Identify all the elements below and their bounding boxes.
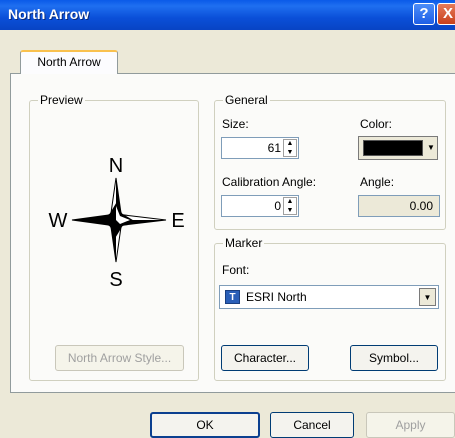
north-arrow-dialog: North Arrow ? X North Arrow Preview N S … (0, 0, 455, 438)
color-swatch (363, 140, 423, 156)
window-title: North Arrow (8, 6, 90, 22)
compass-label-n: N (109, 155, 123, 177)
font-label: Font: (222, 263, 250, 277)
compass-label-s: S (109, 269, 122, 291)
chevron-down-icon[interactable]: ▼ (419, 288, 436, 306)
calibration-angle-label: Calibration Angle: (222, 175, 317, 189)
size-label: Size: (222, 117, 249, 131)
help-icon: ? (419, 5, 429, 22)
size-value: 61 (267, 141, 281, 155)
chevron-down-icon: ▼ (427, 143, 435, 152)
apply-button[interactable]: Apply (366, 412, 455, 438)
preview-group-title: Preview (38, 93, 85, 107)
spin-down-icon[interactable]: ▼ (286, 207, 294, 215)
angle-readonly-field: 0.00 (358, 195, 440, 217)
compass-label-e: E (171, 210, 184, 232)
north-arrow-style-button[interactable]: North Arrow Style... (55, 345, 184, 371)
north-arrow-preview: N S W E (49, 155, 185, 291)
size-spin-arrows[interactable]: ▲ ▼ (283, 139, 297, 157)
close-icon: X (442, 5, 453, 22)
general-group-title: General (223, 93, 270, 107)
spin-up-icon[interactable]: ▲ (286, 140, 294, 148)
tab-north-arrow[interactable]: North Arrow (20, 50, 118, 74)
compass-label-w: W (49, 210, 68, 232)
character-button[interactable]: Character... (221, 345, 309, 371)
spin-up-icon[interactable]: ▲ (286, 198, 294, 206)
calibration-angle-value: 0 (274, 199, 281, 213)
cancel-button[interactable]: Cancel (270, 412, 354, 438)
angle-value: 0.00 (409, 199, 433, 213)
spin-down-icon[interactable]: ▼ (286, 149, 294, 157)
marker-group-title: Marker (223, 236, 265, 250)
angle-label: Angle: (360, 175, 395, 189)
close-button[interactable]: X (437, 3, 455, 25)
font-value: ESRI North (246, 290, 307, 304)
size-stepper[interactable]: 61 ▲ ▼ (221, 137, 299, 159)
color-label: Color: (360, 117, 393, 131)
calibration-spin-arrows[interactable]: ▲ ▼ (283, 197, 297, 215)
color-picker-button[interactable]: ▼ (358, 136, 438, 160)
font-dropdown[interactable]: T ESRI North ▼ (219, 285, 439, 309)
ok-button[interactable]: OK (150, 412, 260, 438)
symbol-button[interactable]: Symbol... (350, 345, 438, 371)
help-button[interactable]: ? (413, 3, 435, 25)
calibration-angle-stepper[interactable]: 0 ▲ ▼ (221, 195, 299, 217)
truetype-font-icon: T (225, 290, 240, 304)
title-bar[interactable]: North Arrow ? X (0, 0, 455, 30)
